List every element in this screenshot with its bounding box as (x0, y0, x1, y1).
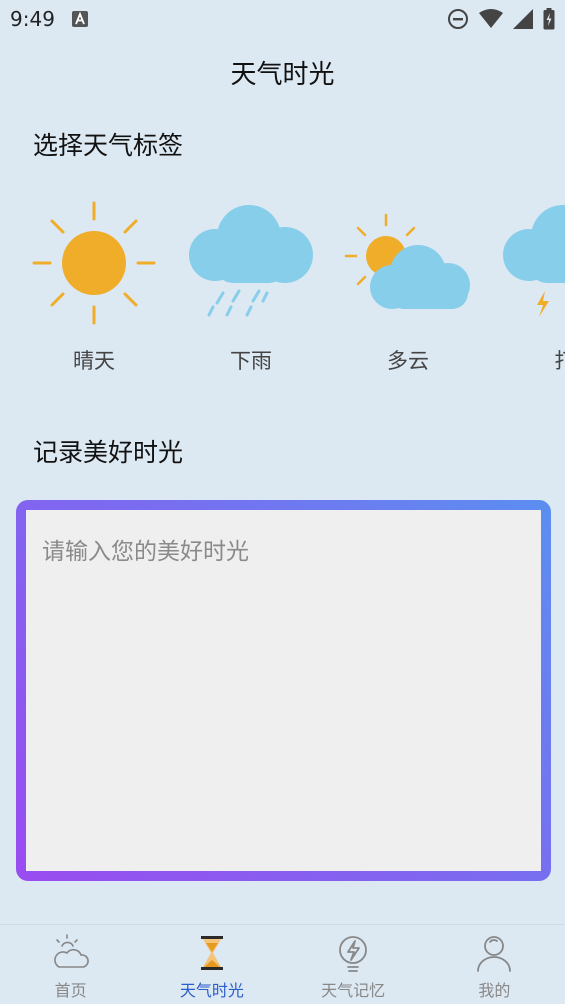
weather-tag-label: 晴天 (73, 349, 115, 373)
cloud-sun-icon (53, 934, 89, 968)
nav-label: 天气记忆 (321, 981, 386, 1000)
rain-cloud-icon (189, 205, 313, 317)
weather-tag-list[interactable]: 晴天 下雨 多云 (0, 195, 565, 385)
status-icons (447, 8, 555, 30)
page-title: 天气时光 (230, 60, 335, 90)
weather-tag-label: 多云 (387, 349, 429, 373)
nav-label: 我的 (478, 981, 511, 1000)
do-not-disturb-icon (448, 9, 468, 29)
nav-item-weather-memory[interactable]: 天气记忆 (283, 925, 424, 1004)
weather-section-title: 选择天气标签 (33, 131, 184, 160)
battery-icon (543, 8, 555, 30)
sun-icon (32, 201, 156, 325)
hourglass-icon (200, 936, 223, 970)
memo-input[interactable] (26, 510, 541, 871)
memo-input-frame (16, 500, 551, 881)
status-time: 9:49 (10, 7, 55, 31)
weather-tag-rain[interactable]: 下雨 (181, 195, 321, 380)
signal-icon (513, 9, 533, 29)
weather-tag-thunder[interactable]: 打 (495, 195, 565, 380)
screen: 9:49 天气时光 选择天气标签 晴天 下雨 多云 记录美好时光 请输入您的美好… (0, 0, 565, 1004)
weather-tag-label: 下雨 (230, 349, 272, 373)
nav-item-mine[interactable]: 我的 (424, 925, 565, 1004)
thunder-cloud-icon (503, 205, 565, 317)
bottom-nav: 首页 天气时光 天气记忆 我的 (0, 924, 565, 1004)
wifi-icon (479, 9, 503, 28)
partly-cloudy-icon (344, 213, 470, 309)
nav-item-weather-time[interactable]: 天气时光 (141, 925, 282, 1004)
accessibility-icon (72, 11, 88, 27)
nav-label: 首页 (54, 981, 87, 1000)
nav-item-home[interactable]: 首页 (0, 925, 141, 1004)
weather-tag-sunny[interactable]: 晴天 (24, 195, 164, 380)
memo-section-title: 记录美好时光 (33, 438, 184, 467)
lightbulb-icon (339, 936, 368, 972)
person-icon (477, 936, 512, 972)
status-bar: 9:49 (0, 0, 565, 38)
weather-tag-cloudy[interactable]: 多云 (338, 195, 478, 380)
nav-label: 天气时光 (179, 981, 244, 1000)
weather-tag-label: 打 (495, 345, 565, 375)
